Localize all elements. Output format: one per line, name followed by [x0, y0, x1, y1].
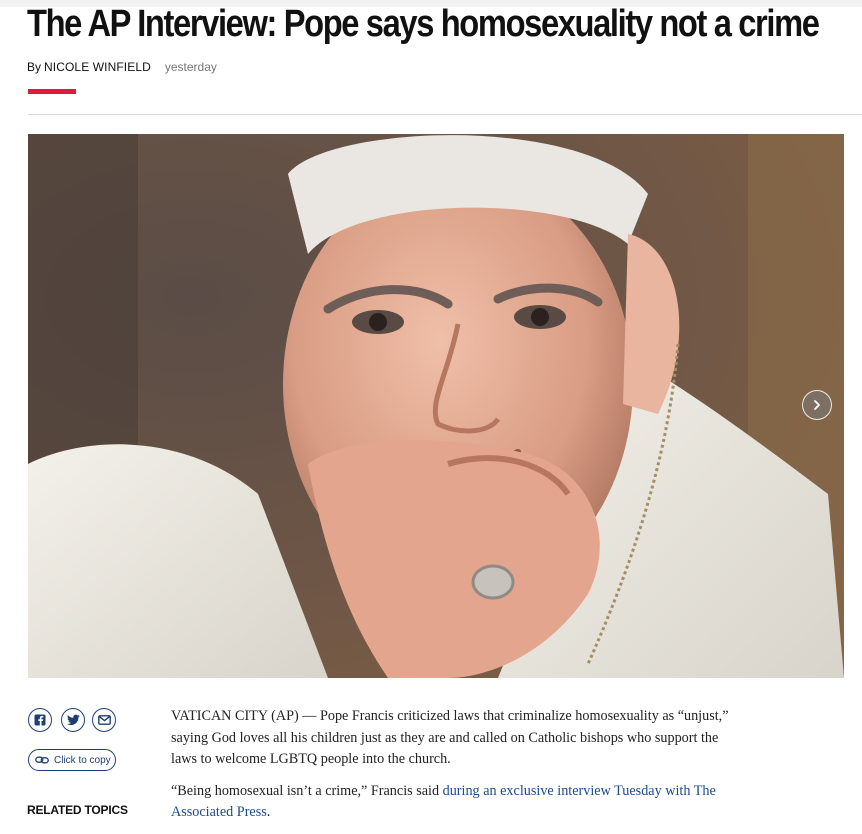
twitter-share-button[interactable]: [61, 708, 85, 732]
article-paragraph-2: “Being homosexual isn’t a crime,” Franci…: [171, 781, 746, 824]
twitter-icon: [66, 714, 80, 726]
link-icon: [35, 756, 49, 764]
chevron-right-icon: [814, 400, 820, 410]
paragraph-2-text: “Being homosexual isn’t a crime,” Franci…: [171, 782, 443, 799]
byline-time: yesterday: [164, 60, 217, 74]
related-topics-heading: RELATED TOPICS: [27, 803, 128, 817]
facebook-icon: [34, 714, 46, 726]
copy-link-label: Click to copy: [54, 754, 111, 766]
email-icon: [97, 715, 111, 725]
byline-prefix: By: [27, 60, 42, 74]
byline-author[interactable]: NICOLE WINFIELD: [44, 60, 151, 74]
copy-link-button[interactable]: Click to copy: [28, 749, 116, 771]
headline-accent-bar: [28, 89, 76, 94]
divider: [28, 114, 862, 115]
article-headline: The AP Interview: Pope says homosexualit…: [27, 3, 820, 45]
article-paragraph-1: VATICAN CITY (AP) — Pope Francis critici…: [171, 708, 729, 767]
pope-photo-illustration: [28, 134, 844, 678]
article-body: VATICAN CITY (AP) — Pope Francis critici…: [171, 706, 746, 834]
facebook-share-button[interactable]: [28, 708, 52, 732]
paragraph-2-end: .: [266, 804, 271, 820]
lead-photo[interactable]: [28, 134, 844, 678]
byline: By NICOLE WINFIELD yesterday: [27, 60, 217, 74]
email-share-button[interactable]: [92, 708, 116, 732]
gallery-next-button[interactable]: [802, 390, 832, 420]
